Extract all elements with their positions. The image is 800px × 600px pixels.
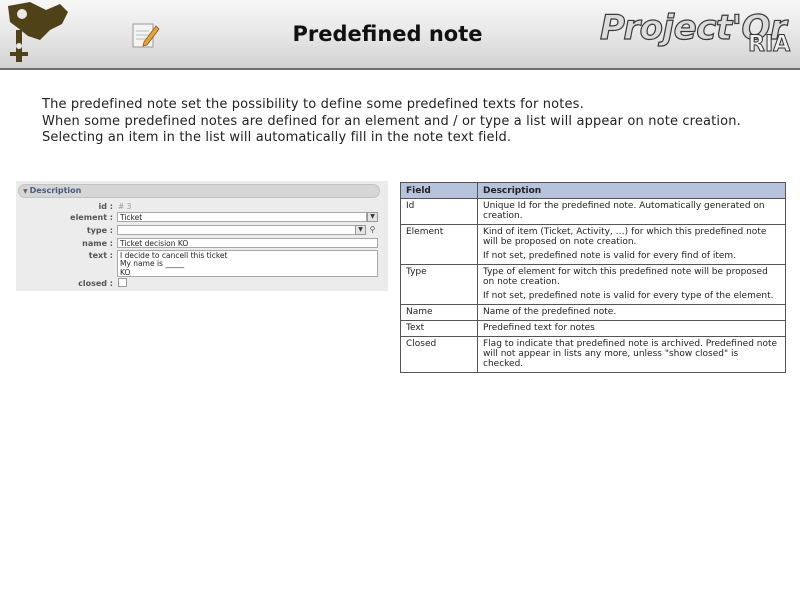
id-value: # 3 xyxy=(118,202,132,211)
element-select[interactable]: Ticket xyxy=(117,212,367,222)
intro-line: The predefined note set the possibility … xyxy=(42,97,584,112)
text-label: text : xyxy=(88,251,113,260)
field-name: Text xyxy=(400,320,478,337)
table-row: Element Kind of item (Ticket, Activity, … xyxy=(400,224,786,265)
dropdown-arrow-icon[interactable]: ▼ xyxy=(367,212,378,222)
intro-text: The predefined note set the possibility … xyxy=(42,97,782,147)
brand-logo: Project'Or RIA xyxy=(599,7,796,60)
field-name: Name xyxy=(400,304,478,321)
description-text: Flag to indicate that predefined note is… xyxy=(483,339,778,369)
intro-line: When some predefined notes are defined f… xyxy=(42,113,741,129)
description-text: If not set, predefined note is valid for… xyxy=(483,251,737,261)
field-description: Type of element for witch this predefine… xyxy=(477,264,786,305)
brand-subtitle: RIA xyxy=(747,32,791,58)
table-header-row: Field Description xyxy=(400,182,786,199)
description-text: Type of element for witch this predefine… xyxy=(483,267,768,287)
text-line: My name is _____ xyxy=(120,259,185,269)
intro-line: Selecting an item in the list will autom… xyxy=(42,130,512,145)
id-label: id : xyxy=(98,202,113,211)
collapse-triangle-icon[interactable]: ▼ xyxy=(23,186,28,198)
description-text: Predefined text for notes xyxy=(483,323,595,333)
description-text: Name of the predefined note. xyxy=(483,307,617,317)
description-section-header[interactable]: ▼ Description xyxy=(18,184,380,198)
name-label: name : xyxy=(82,239,113,248)
table-row: Text Predefined text for notes xyxy=(400,320,786,337)
field-description: Unique Id for the predefined note. Autom… xyxy=(477,198,786,225)
section-title: Description xyxy=(29,186,82,195)
dropdown-arrow-icon[interactable]: ▼ xyxy=(355,225,366,235)
fields-table: Field Description Id Unique Id for the p… xyxy=(400,182,786,373)
closed-label: closed : xyxy=(78,279,113,288)
table-row: Closed Flag to indicate that predefined … xyxy=(400,336,786,373)
type-label: type : xyxy=(86,226,113,235)
description-text: Kind of item (Ticket, Activity, …) for w… xyxy=(483,227,767,247)
column-header: Description xyxy=(477,182,786,199)
field-description: Name of the predefined note. xyxy=(477,304,786,321)
column-header: Field xyxy=(400,182,478,199)
field-name: Element xyxy=(400,224,478,265)
header-bar: Predefined note Project'Or RIA xyxy=(0,0,800,70)
type-select[interactable] xyxy=(117,225,356,235)
table-row: Id Unique Id for the predefined note. Au… xyxy=(400,198,786,225)
description-text: If not set, predefined note is valid for… xyxy=(483,291,774,301)
field-description: Predefined text for notes xyxy=(477,320,786,337)
field-description: Kind of item (Ticket, Activity, …) for w… xyxy=(477,224,786,265)
field-name: Id xyxy=(400,198,478,225)
search-icon[interactable]: ⚲ xyxy=(367,225,378,235)
name-input[interactable]: Ticket decision KO xyxy=(117,238,378,248)
closed-checkbox[interactable] xyxy=(118,278,127,287)
table-row: Name Name of the predefined note. xyxy=(400,304,786,321)
field-name: Type xyxy=(400,264,478,305)
field-name: Closed xyxy=(400,336,478,373)
description-form: ▼ Description id : # 3 element : Ticket ▼… xyxy=(16,181,388,291)
element-label: element : xyxy=(70,213,113,222)
description-text: Unique Id for the predefined note. Autom… xyxy=(483,201,765,221)
field-description: Flag to indicate that predefined note is… xyxy=(477,336,786,373)
table-row: Type Type of element for witch this pred… xyxy=(400,264,786,305)
text-area[interactable]: I decide to cancell this ticket My name … xyxy=(117,250,378,277)
text-line: KO xyxy=(120,267,131,277)
